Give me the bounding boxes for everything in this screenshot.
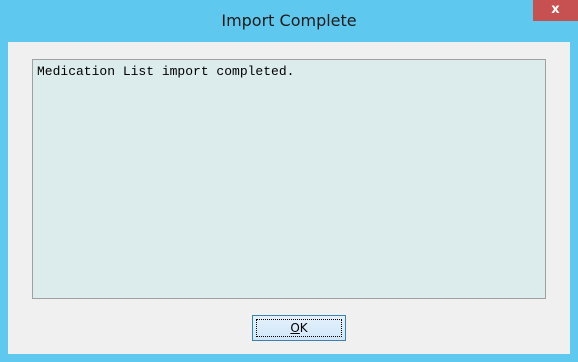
dialog-body: Medication List import completed. OK: [8, 42, 570, 354]
title-bar[interactable]: Import Complete x: [0, 0, 578, 42]
message-textbox[interactable]: Medication List import completed.: [32, 59, 546, 299]
close-icon: x: [551, 2, 560, 17]
close-button[interactable]: x: [533, 0, 578, 21]
ok-button[interactable]: OK: [252, 315, 346, 341]
dialog-window: Import Complete x Medication List import…: [0, 0, 578, 362]
ok-button-label: K: [299, 321, 308, 335]
ok-button-mnemonic: O: [290, 321, 300, 335]
dialog-title: Import Complete: [221, 11, 357, 30]
